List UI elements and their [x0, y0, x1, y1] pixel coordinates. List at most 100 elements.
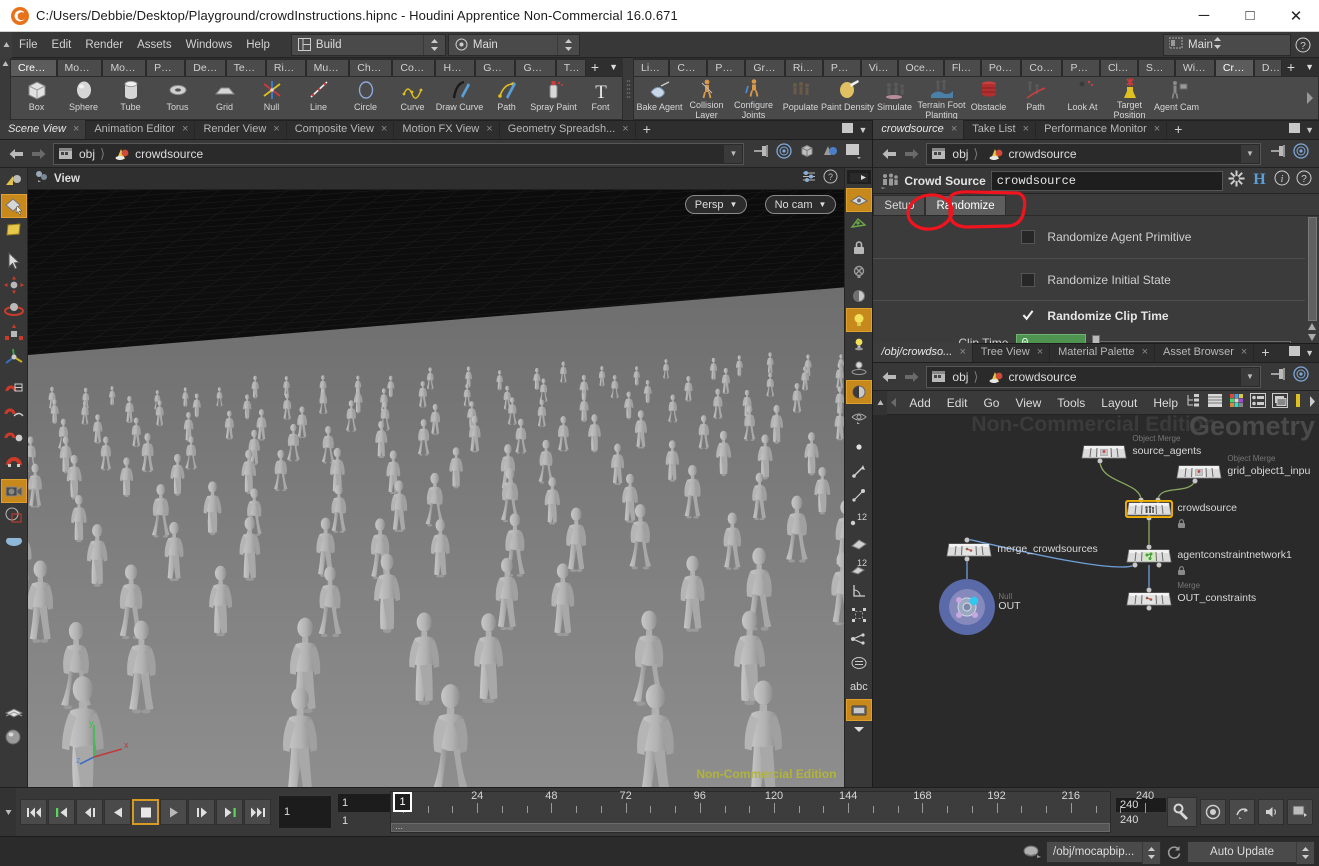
- net-breadcrumb-dropdown-icon[interactable]: ▼: [1241, 368, 1259, 386]
- pane-tab-close-icon[interactable]: ×: [273, 120, 279, 139]
- pane-layout-selector[interactable]: Main: [1163, 34, 1291, 56]
- network-menu-layout[interactable]: Layout: [1093, 396, 1145, 410]
- layout-selector[interactable]: Main: [448, 34, 580, 56]
- scene-tab-sceneview[interactable]: Scene View×: [0, 120, 86, 139]
- view-sphere-icon[interactable]: [1, 527, 27, 551]
- parm-target-icon[interactable]: [1293, 143, 1309, 164]
- parm-tab-add-button[interactable]: +: [1167, 120, 1189, 139]
- scene-tab-compositeview[interactable]: Composite View×: [287, 120, 395, 139]
- viewport-help-icon[interactable]: ?: [823, 169, 838, 189]
- pane-tab-close-icon[interactable]: ×: [1154, 120, 1160, 139]
- net-pin-icon[interactable]: [1270, 367, 1286, 386]
- material-ball-icon[interactable]: [1, 725, 27, 749]
- detail-display-icon[interactable]: [846, 651, 872, 675]
- shelf-tab-par[interactable]: Par...: [823, 59, 861, 76]
- pane-tab-close-icon[interactable]: ×: [381, 120, 387, 139]
- shelf-tool-terrain-foot-planting[interactable]: Terrain Foot Planting: [918, 77, 965, 119]
- shelf-tool-collision-layer[interactable]: Collision Layer: [683, 77, 730, 119]
- shelf-tool-target-position[interactable]: Target Position: [1106, 77, 1153, 119]
- stop-icon[interactable]: [132, 799, 159, 825]
- shelf-tab-lig[interactable]: Lig...: [633, 59, 669, 76]
- menu-help[interactable]: Help: [239, 32, 277, 58]
- shelf-tab-solid[interactable]: Solid: [1138, 59, 1175, 76]
- randomize-agent-primitive-checkbox[interactable]: [1021, 230, 1035, 244]
- shelf-tab-wires[interactable]: Wires: [1175, 59, 1215, 76]
- node-context-icon[interactable]: [1018, 844, 1046, 860]
- network-menu-go[interactable]: Go: [975, 396, 1007, 410]
- net-breadcrumb-obj[interactable]: obj: [927, 370, 968, 384]
- shelf-tab-col[interactable]: Col...: [669, 59, 707, 76]
- parm-scroll-down-icon[interactable]: [1307, 332, 1318, 343]
- shelf-tab-cro[interactable]: Cro...: [1215, 59, 1254, 76]
- network-node-agentconstraintnetwork1[interactable]: [1125, 547, 1173, 570]
- shelf-tab-menu-icon[interactable]: ▼: [1300, 59, 1319, 76]
- status-path-spinner[interactable]: [1142, 842, 1160, 864]
- play-icon[interactable]: [160, 799, 187, 825]
- shelf-tab-cha[interactable]: Cha...: [349, 59, 392, 76]
- shelf-scroll-right-icon[interactable]: [1305, 92, 1318, 104]
- network-menu-help[interactable]: Help: [1145, 396, 1186, 410]
- scene-breadcrumb-path[interactable]: obj ⟩ crowdsource ▼: [53, 143, 744, 165]
- shelf-tab-gra[interactable]: Gra...: [745, 59, 785, 76]
- net-target-icon[interactable]: [1293, 366, 1309, 387]
- pane-tab-close-icon[interactable]: ×: [73, 120, 79, 139]
- pane-tab-close-icon[interactable]: ×: [1241, 343, 1247, 362]
- pane-maximize-icon[interactable]: [841, 121, 854, 139]
- shelf-tool-font[interactable]: TFont: [577, 77, 623, 119]
- pin-icon[interactable]: [753, 144, 769, 163]
- primitive-number-icon[interactable]: 12: [846, 555, 872, 579]
- display-material-icon[interactable]: [822, 143, 838, 164]
- scene-tab-animationeditor[interactable]: Animation Editor×: [86, 120, 195, 139]
- pane-tab-close-icon[interactable]: ×: [951, 120, 957, 139]
- jump-to-start-icon[interactable]: [20, 799, 47, 825]
- scene-forward-button[interactable]: [27, 143, 49, 165]
- pane-tab-close-icon[interactable]: ×: [1023, 120, 1029, 139]
- net-back-button[interactable]: [878, 366, 900, 388]
- play-reverse-icon[interactable]: [104, 799, 131, 825]
- shelf-tab-con[interactable]: Con...: [392, 59, 435, 76]
- parm-breadcrumb-obj[interactable]: obj: [927, 147, 968, 161]
- parm-tab-crowdsource[interactable]: crowdsource×: [873, 120, 964, 139]
- shelf-tab-def[interactable]: Def...: [185, 59, 225, 76]
- viewport-view-mode[interactable]: Persp ▼: [685, 195, 748, 214]
- range-end-alt-value[interactable]: 240: [1115, 813, 1167, 827]
- viewport-camera-selector[interactable]: No cam ▼: [765, 195, 837, 214]
- shelf-tab-ocea[interactable]: Ocea...: [898, 59, 944, 76]
- network-shapes-icon[interactable]: [1250, 393, 1266, 413]
- scene-tab-add-button[interactable]: +: [636, 120, 658, 139]
- pane-tab-close-icon[interactable]: ×: [1142, 343, 1148, 362]
- pane-maximize-icon[interactable]: [1288, 121, 1301, 139]
- viewport-toolbar-collapse-icon[interactable]: [847, 170, 871, 184]
- angle-display-icon[interactable]: [846, 579, 872, 603]
- net-tab-add-button[interactable]: +: [1254, 343, 1276, 362]
- move-tool-icon[interactable]: [1, 273, 27, 297]
- network-menu-view[interactable]: View: [1007, 396, 1049, 410]
- net-tab-materialpalette[interactable]: Material Palette×: [1050, 343, 1155, 362]
- current-frame-input[interactable]: 1: [278, 795, 332, 829]
- minimize-button[interactable]: ─: [1181, 0, 1227, 32]
- shelf-tab-modify[interactable]: Modify: [57, 59, 103, 76]
- scale-tool-icon[interactable]: [1, 321, 27, 345]
- view-menu-icon[interactable]: [34, 169, 50, 188]
- vertex-display-icon[interactable]: [846, 627, 872, 651]
- scene-breadcrumb-node[interactable]: crowdsource: [110, 147, 203, 161]
- update-mode-selector[interactable]: Auto Update: [1187, 841, 1315, 863]
- scene-tab-renderview[interactable]: Render View×: [195, 120, 286, 139]
- shelf-scroll-up-icon[interactable]: [0, 58, 10, 120]
- shelf-divider[interactable]: [623, 58, 633, 120]
- bounding-box-icon[interactable]: [846, 603, 872, 627]
- jump-to-end-icon[interactable]: [244, 799, 271, 825]
- timeline-ruler[interactable]: 244872961201441681922162401⋯: [390, 791, 1111, 833]
- light-off-icon[interactable]: [846, 260, 872, 284]
- shelf-tool-torus[interactable]: Torus: [154, 77, 201, 119]
- network-menu-next-icon[interactable]: [1308, 394, 1316, 412]
- handle-tool-icon[interactable]: [1, 345, 27, 369]
- point-number-icon[interactable]: 12: [846, 507, 872, 531]
- network-menu-scroll-icon[interactable]: [873, 391, 887, 415]
- parm-field-clip-time[interactable]: Clip Time 0: [873, 330, 1305, 343]
- snapshot-icon[interactable]: [1287, 799, 1313, 825]
- menu-assets[interactable]: Assets: [130, 32, 179, 58]
- scene-back-button[interactable]: [5, 143, 27, 165]
- key-icon[interactable]: [1167, 797, 1197, 827]
- pane-maximize-icon[interactable]: [1288, 344, 1301, 362]
